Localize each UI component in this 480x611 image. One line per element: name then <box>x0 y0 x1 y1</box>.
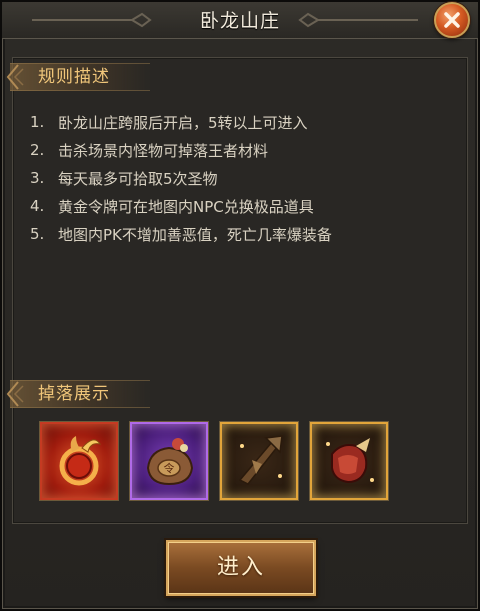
rule-text: 卧龙山庄跨服后开启，5转以上可进入 <box>58 113 308 132</box>
drop-item-slot[interactable] <box>40 422 118 500</box>
dialog-window: 卧龙山庄 规则描述 1. 卧龙山庄跨服后开启，5转以上可进入 2. 击杀场景内怪… <box>0 0 480 611</box>
rule-item: 2. 击杀场景内怪物可掉落王者材料 <box>30 136 332 164</box>
armor-fragment-icon <box>326 438 374 484</box>
drop-items-row: 令 <box>40 422 388 500</box>
dragon-ring-icon <box>59 436 102 486</box>
rule-number: 4. <box>30 197 45 215</box>
drop-item-slot[interactable]: 令 <box>130 422 208 500</box>
rule-item: 1. 卧龙山庄跨服后开启，5转以上可进入 <box>30 108 332 136</box>
drop-item-slot[interactable] <box>310 422 388 500</box>
enter-button[interactable]: 进入 <box>166 540 316 596</box>
drops-section-header: 掉落展示 <box>6 379 150 409</box>
rule-text: 黄金令牌可在地图内NPC兑换极品道具 <box>58 197 314 216</box>
header-ornament-icon <box>6 381 24 407</box>
title-bar: 卧龙山庄 <box>2 2 478 39</box>
drop-item-slot[interactable] <box>220 422 298 500</box>
svg-text:令: 令 <box>164 461 175 475</box>
rule-number: 1. <box>30 113 45 131</box>
title-ornament-right <box>298 12 418 28</box>
rule-item: 4. 黄金令牌可在地图内NPC兑换极品道具 <box>30 192 332 220</box>
close-button[interactable] <box>434 2 470 38</box>
drops-heading: 掉落展示 <box>10 380 150 408</box>
rule-number: 5. <box>30 225 45 243</box>
rule-text: 击杀场景内怪物可掉落王者材料 <box>58 141 269 160</box>
rule-item: 3. 每天最多可拾取5次圣物 <box>30 164 332 192</box>
weapon-fragment-icon <box>238 435 283 485</box>
token-pouch-icon: 令 <box>146 438 194 486</box>
header-ornament-icon <box>6 64 24 90</box>
rule-text: 每天最多可拾取5次圣物 <box>58 169 218 188</box>
rules-list: 1. 卧龙山庄跨服后开启，5转以上可进入 2. 击杀场景内怪物可掉落王者材料 3… <box>30 108 332 248</box>
rule-number: 2. <box>30 141 45 159</box>
rules-heading: 规则描述 <box>10 63 150 91</box>
rule-text: 地图内PK不增加善恶值，死亡几率爆装备 <box>58 225 332 244</box>
rules-section-header: 规则描述 <box>6 62 150 92</box>
rule-number: 3. <box>30 169 45 187</box>
rule-item: 5. 地图内PK不增加善恶值，死亡几率爆装备 <box>30 220 332 248</box>
close-icon <box>444 12 460 28</box>
